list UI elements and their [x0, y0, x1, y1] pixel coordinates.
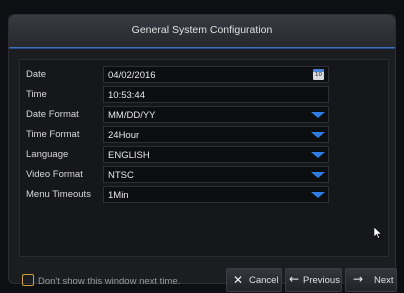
time-value: 10:53:44 [108, 90, 145, 101]
system-config-dialog: General System Configuration Date 04/02/… [8, 14, 396, 284]
cancel-button[interactable]: ✕ Cancel [226, 268, 282, 292]
chevron-down-icon[interactable] [311, 172, 325, 178]
row-date-format: Date Format MM/DD/YY [20, 106, 388, 124]
row-menu-timeouts: Menu Timeouts 1Min [20, 186, 388, 204]
row-time: Time 10:53:44 [20, 86, 388, 104]
time-format-label: Time Format [26, 129, 80, 140]
dialog-title: General System Configuration [131, 24, 273, 36]
menu-timeouts-select[interactable]: 1Min [103, 186, 329, 203]
dont-show-label: Don't show this window next time. [38, 276, 181, 287]
arrow-left-icon: ← [289, 272, 300, 286]
time-label: Time [26, 89, 47, 100]
date-format-select[interactable]: MM/DD/YY [103, 106, 329, 123]
time-field[interactable]: 10:53:44 [103, 86, 329, 103]
date-value: 04/02/2016 [108, 70, 156, 81]
dont-show-checkbox[interactable] [22, 274, 34, 286]
next-label: Next [374, 275, 394, 286]
row-time-format: Time Format 24Hour [20, 126, 388, 144]
language-label: Language [26, 149, 69, 160]
arrow-right-icon: → [353, 272, 364, 286]
next-button[interactable]: → Next [345, 268, 397, 292]
chevron-down-icon[interactable] [311, 152, 325, 158]
row-video-format: Video Format NTSC [20, 166, 388, 184]
video-format-select[interactable]: NTSC [103, 166, 329, 183]
date-format-value: MM/DD/YY [108, 110, 156, 121]
row-date: Date 04/02/2016 10 [20, 66, 388, 84]
mouse-cursor-icon [374, 227, 382, 239]
chevron-down-icon[interactable] [311, 132, 325, 138]
language-value: ENGLISH [108, 150, 150, 161]
menu-timeouts-label: Menu Timeouts [26, 189, 91, 200]
settings-panel: Date 04/02/2016 10 Time 10:53:44 Date Fo… [19, 59, 389, 257]
date-label: Date [26, 69, 47, 80]
previous-button[interactable]: ← Previous [285, 268, 342, 292]
cancel-label: Cancel [249, 275, 279, 286]
time-format-select[interactable]: 24Hour [103, 126, 329, 143]
row-language: Language ENGLISH [20, 146, 388, 164]
close-icon: ✕ [233, 273, 244, 287]
previous-label: Previous [303, 275, 340, 286]
title-bar: General System Configuration [9, 15, 395, 48]
language-select[interactable]: ENGLISH [103, 146, 329, 163]
menu-timeouts-value: 1Min [108, 190, 129, 201]
date-field[interactable]: 04/02/2016 10 [103, 66, 329, 83]
video-format-label: Video Format [26, 169, 83, 180]
chevron-down-icon[interactable] [311, 192, 325, 198]
date-format-label: Date Format [26, 109, 79, 120]
time-format-value: 24Hour [108, 130, 140, 141]
calendar-icon[interactable]: 10 [313, 69, 324, 80]
chevron-down-icon[interactable] [311, 112, 325, 118]
video-format-value: NTSC [108, 170, 134, 181]
